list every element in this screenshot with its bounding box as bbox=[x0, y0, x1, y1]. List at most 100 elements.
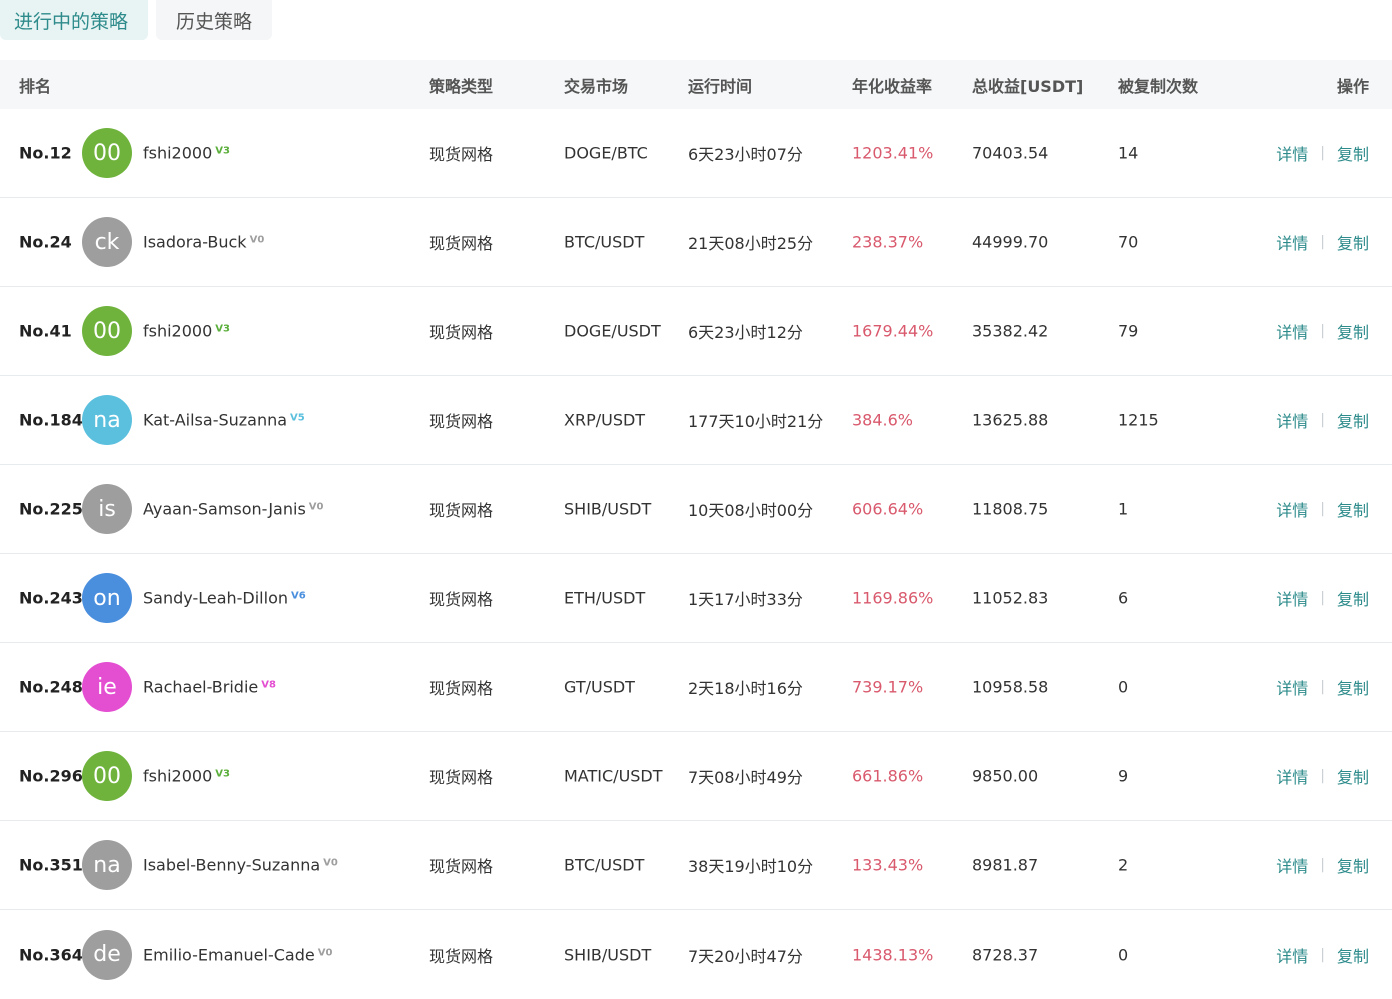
runtime: 38天19小时10分 bbox=[688, 857, 814, 876]
detail-link[interactable]: 详情 bbox=[1276, 230, 1308, 254]
username-link[interactable]: fshi2000 bbox=[143, 144, 212, 163]
header-total: 总收益[USDT] bbox=[972, 76, 1084, 96]
strategy-type: 现货网格 bbox=[429, 145, 494, 164]
copy-link[interactable]: 复制 bbox=[1337, 319, 1369, 343]
copy-link[interactable]: 复制 bbox=[1337, 230, 1369, 254]
strategy-type: 现货网格 bbox=[429, 590, 494, 609]
total-profit: 13625.88 bbox=[972, 410, 1049, 430]
username-link[interactable]: Kat-Ailsa-Suzanna bbox=[143, 411, 287, 430]
username-link[interactable]: Emilio-Emanuel-Cade bbox=[143, 945, 315, 964]
copy-link[interactable]: 复制 bbox=[1337, 141, 1369, 165]
table-row: No.351 na Isabel-Benny-Suzanna V0 现货网格 B… bbox=[0, 821, 1392, 910]
username-link[interactable]: Isabel-Benny-Suzanna bbox=[143, 856, 320, 875]
avatar[interactable]: na bbox=[82, 395, 132, 445]
avatar[interactable]: ie bbox=[82, 662, 132, 712]
copy-count: 14 bbox=[1118, 143, 1139, 163]
trading-market: ETH/USDT bbox=[564, 588, 646, 608]
detail-link[interactable]: 详情 bbox=[1276, 497, 1308, 521]
detail-link[interactable]: 详情 bbox=[1276, 141, 1308, 165]
avatar[interactable]: de bbox=[82, 929, 132, 980]
total-profit: 70403.54 bbox=[972, 143, 1049, 163]
header-copies: 被复制次数 bbox=[1118, 76, 1199, 96]
total-profit: 44999.70 bbox=[972, 232, 1049, 252]
table-row: No.364 de Emilio-Emanuel-Cade V0 现货网格 SH… bbox=[0, 910, 1392, 999]
username-link[interactable]: Rachael-Bridie bbox=[143, 678, 258, 697]
table-row: No.41 00 fshi2000 V3 现货网格 DOGE/USDT 6天23… bbox=[0, 287, 1392, 376]
runtime: 10天08小时00分 bbox=[688, 501, 814, 520]
table-row: No.24 ck Isadora-Buck V0 现货网格 BTC/USDT 2… bbox=[0, 198, 1392, 287]
copy-link[interactable]: 复制 bbox=[1337, 497, 1369, 521]
username-link[interactable]: Isadora-Buck bbox=[143, 233, 247, 252]
annualized-return: 661.86% bbox=[852, 766, 924, 786]
user-cell[interactable]: fshi2000 V3 bbox=[143, 322, 230, 341]
table-row: No.248 ie Rachael-Bridie V8 现货网格 GT/USDT… bbox=[0, 643, 1392, 732]
copy-link[interactable]: 复制 bbox=[1337, 764, 1369, 788]
strategy-type: 现货网格 bbox=[429, 501, 494, 520]
user-cell[interactable]: Sandy-Leah-Dillon V6 bbox=[143, 589, 306, 608]
user-cell[interactable]: fshi2000 V3 bbox=[143, 767, 230, 786]
user-cell[interactable]: Emilio-Emanuel-Cade V0 bbox=[143, 945, 332, 964]
detail-link[interactable]: 详情 bbox=[1276, 408, 1308, 432]
header-rank: 排名 bbox=[19, 76, 52, 96]
username-link[interactable]: fshi2000 bbox=[143, 322, 212, 341]
detail-link[interactable]: 详情 bbox=[1276, 675, 1308, 699]
user-cell[interactable]: Rachael-Bridie V8 bbox=[143, 678, 276, 697]
rank-label: No.248 bbox=[19, 677, 83, 697]
copy-count: 1 bbox=[1118, 499, 1129, 519]
runtime: 2天18小时16分 bbox=[688, 679, 803, 698]
trading-market: MATIC/USDT bbox=[564, 766, 663, 786]
avatar[interactable]: ck bbox=[82, 217, 132, 267]
rank-label: No.351 bbox=[19, 855, 83, 875]
rank-label: No.41 bbox=[19, 321, 72, 341]
vip-level-badge: V8 bbox=[261, 679, 276, 691]
detail-link[interactable]: 详情 bbox=[1276, 943, 1308, 967]
username-link[interactable]: Ayaan-Samson-Janis bbox=[143, 500, 306, 519]
annualized-return: 739.17% bbox=[852, 677, 924, 697]
user-cell[interactable]: Isadora-Buck V0 bbox=[143, 233, 264, 252]
user-cell[interactable]: Ayaan-Samson-Janis V0 bbox=[143, 500, 323, 519]
total-profit: 8981.87 bbox=[972, 855, 1039, 875]
detail-link[interactable]: 详情 bbox=[1276, 764, 1308, 788]
username-link[interactable]: fshi2000 bbox=[143, 767, 212, 786]
row-actions: 详情 | 复制 bbox=[1276, 141, 1369, 165]
avatar[interactable]: 00 bbox=[82, 751, 132, 801]
copy-link[interactable]: 复制 bbox=[1337, 586, 1369, 610]
row-actions: 详情 | 复制 bbox=[1276, 497, 1369, 521]
trading-market: SHIB/USDT bbox=[564, 945, 652, 964]
avatar[interactable]: on bbox=[82, 573, 132, 623]
copy-link[interactable]: 复制 bbox=[1337, 675, 1369, 699]
strategy-type: 现货网格 bbox=[429, 679, 494, 698]
username-link[interactable]: Sandy-Leah-Dillon bbox=[143, 589, 288, 608]
user-cell[interactable]: fshi2000 V3 bbox=[143, 144, 230, 163]
copy-count: 9 bbox=[1118, 766, 1129, 786]
avatar[interactable]: 00 bbox=[82, 128, 132, 178]
vip-level-badge: V0 bbox=[249, 234, 265, 246]
detail-link[interactable]: 详情 bbox=[1276, 586, 1308, 610]
copy-link[interactable]: 复制 bbox=[1337, 853, 1369, 877]
vip-level-badge: V0 bbox=[317, 947, 333, 958]
table-header: 排名 策略类型 交易市场 运行时间 年化收益率 总收益[USDT] 被复制次数 … bbox=[0, 60, 1392, 109]
trading-market: BTC/USDT bbox=[564, 232, 645, 252]
vip-level-badge: V5 bbox=[290, 412, 305, 424]
avatar[interactable]: is bbox=[82, 484, 132, 534]
detail-link[interactable]: 详情 bbox=[1276, 319, 1308, 343]
trading-market: GT/USDT bbox=[564, 677, 635, 697]
user-cell[interactable]: Isabel-Benny-Suzanna V0 bbox=[143, 856, 338, 875]
copy-link[interactable]: 复制 bbox=[1337, 943, 1369, 967]
tab-history-strategies[interactable]: 历史策略 bbox=[156, 0, 273, 40]
user-cell[interactable]: Kat-Ailsa-Suzanna V5 bbox=[143, 411, 305, 430]
annualized-return: 133.43% bbox=[852, 855, 924, 875]
row-actions: 详情 | 复制 bbox=[1276, 319, 1369, 343]
avatar[interactable]: 00 bbox=[82, 306, 132, 356]
avatar[interactable]: na bbox=[82, 840, 132, 890]
rank-label: No.12 bbox=[19, 143, 72, 163]
runtime: 7天08小时49分 bbox=[688, 768, 803, 787]
total-profit: 8728.37 bbox=[972, 945, 1039, 964]
copy-link[interactable]: 复制 bbox=[1337, 408, 1369, 432]
detail-link[interactable]: 详情 bbox=[1276, 853, 1308, 877]
copy-count: 6 bbox=[1118, 588, 1129, 608]
runtime: 21天08小时25分 bbox=[688, 234, 814, 253]
tab-running-strategies[interactable]: 进行中的策略 bbox=[0, 0, 149, 40]
vip-level-badge: V3 bbox=[215, 768, 230, 780]
annualized-return: 1169.86% bbox=[852, 588, 934, 608]
